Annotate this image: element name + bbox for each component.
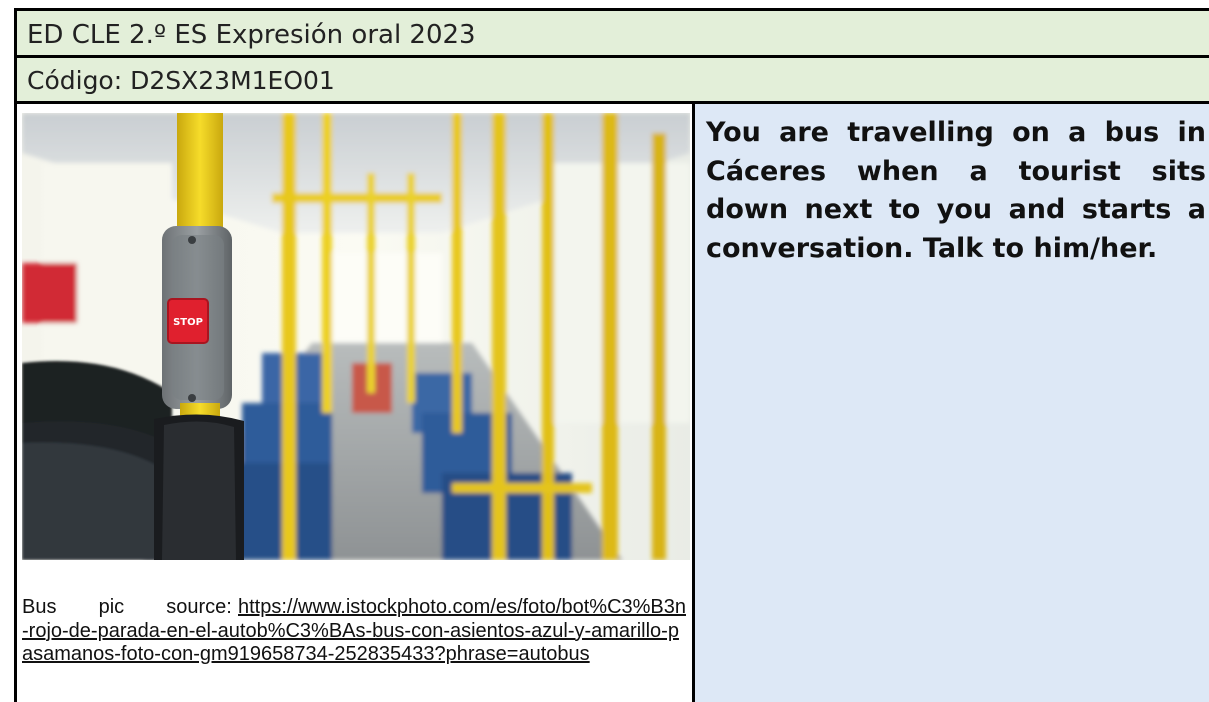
exam-sheet: ED CLE 2.º ES Expresión oral 2023 Código… xyxy=(0,0,1209,702)
exam-code: Código: D2SX23M1EO01 xyxy=(14,55,1209,103)
caption-lead: Bus pic source: xyxy=(22,596,232,618)
speaking-task: You are travelling on a bus in Cáceres w… xyxy=(706,117,1206,264)
exam-title: ED CLE 2.º ES Expresión oral 2023 xyxy=(14,8,1209,57)
stop-button-label: STOP xyxy=(173,317,203,328)
bus-interior-photo: STOP xyxy=(22,113,690,560)
bus-photo-illustration: STOP xyxy=(22,113,690,560)
photo-source-caption: Bus pic source: https://www.istockphoto.… xyxy=(22,596,686,667)
